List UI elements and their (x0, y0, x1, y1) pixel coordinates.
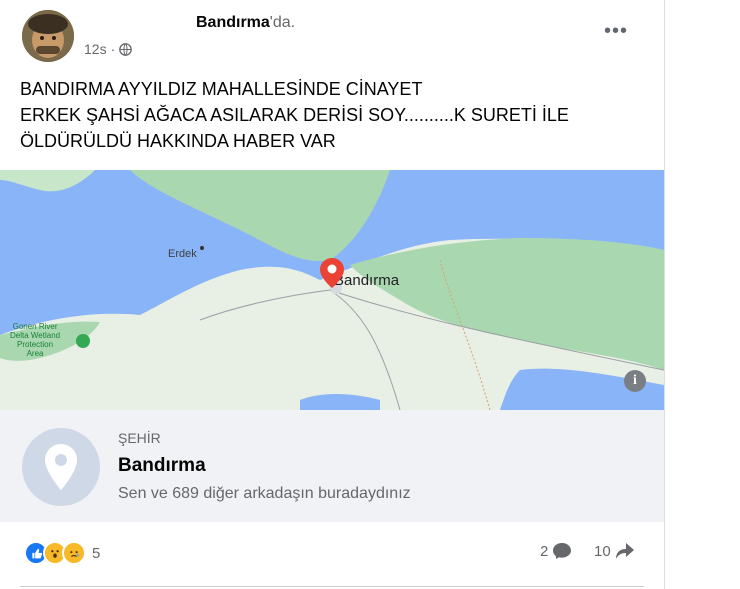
reactions[interactable]: 5 (24, 541, 100, 565)
globe-icon (119, 42, 133, 56)
meta-dot: · (110, 41, 116, 57)
place-card[interactable]: ŞEHİR Bandırma Sen ve 689 diğer arkadaşı… (0, 410, 664, 522)
footer-divider (20, 586, 644, 587)
avatar-image (22, 10, 74, 62)
map-pin-icon (320, 258, 344, 293)
map-preview[interactable]: Erdek Bandırma Gonen River Delta Wetland… (0, 170, 664, 410)
post-text: BANDIRMA AYYILDIZ MAHALLESİNDE CİNAYET E… (20, 79, 569, 151)
reaction-count[interactable]: 5 (92, 545, 100, 562)
avatar[interactable] (22, 10, 74, 62)
share-icon (615, 542, 635, 560)
comment-icon (552, 542, 572, 560)
place-name[interactable]: Bandırma (118, 455, 206, 477)
place-category: ŞEHİR (118, 430, 161, 446)
share-stat[interactable]: 10 (594, 542, 635, 560)
share-count: 10 (594, 542, 611, 560)
park-icon (76, 334, 90, 348)
location-suffix: 'da. (269, 14, 296, 31)
post-time[interactable]: 12s (84, 41, 107, 57)
right-panel (664, 0, 740, 589)
location-link[interactable]: Bandırma (196, 14, 270, 31)
redacted-author (84, 15, 196, 27)
place-icon (22, 428, 100, 506)
map-label-wetland: Gonen River Delta Wetland Protection Are… (10, 322, 61, 358)
place-description: Sen ve 689 diğer arkadaşın buradaydınız (118, 485, 411, 502)
post-author: Bandırma'da. (84, 14, 295, 32)
post-footer: 5 2 10 (0, 522, 664, 589)
post-card: Bandırma'da. 12s · ••• BANDIRMA AYYILDIZ… (0, 0, 664, 589)
comment-count: 2 (540, 542, 549, 560)
info-icon[interactable]: i (624, 370, 646, 392)
sad-icon (62, 541, 86, 565)
comment-stat[interactable]: 2 (540, 542, 572, 560)
more-options-button[interactable]: ••• (604, 20, 628, 43)
map-label-erdek: Erdek (168, 248, 197, 260)
post-meta: 12s · (84, 41, 133, 57)
